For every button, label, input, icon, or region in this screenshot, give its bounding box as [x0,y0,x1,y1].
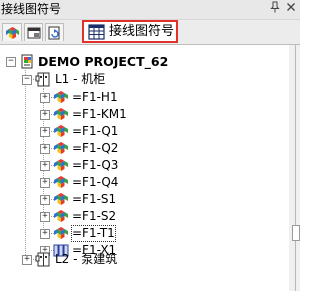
device-cubes-icon [53,226,69,241]
refresh-page-icon [48,26,60,40]
tree-item-label: =F1-Q4 [72,175,119,189]
page-icon [27,27,41,39]
tree-item[interactable]: + =F1-Q1 [0,123,289,140]
tree-item-label: =F1-T1 [71,225,116,242]
tree-item-label: =F1-S1 [72,192,117,206]
expand-icon[interactable]: + [40,177,50,188]
pin-icon[interactable] [268,1,282,16]
expand-icon[interactable]: + [40,92,50,103]
expand-icon[interactable]: + [40,109,50,120]
tab-wiring-symbols[interactable]: 接线图符号 [82,20,178,43]
tree-node-label: L2 - 泵建筑 [55,252,118,266]
panel-title: 接线图符号 [1,2,62,16]
tree-item[interactable]: + =F1-KM1 [0,106,289,123]
tree-item[interactable]: + =F1-Q4 [0,174,289,191]
tree-item[interactable]: + =F1-S2 [0,208,289,225]
tree-node-l2[interactable]: + L2 - 泵建筑 [0,251,289,268]
tree-item-label: =F1-H1 [72,90,118,104]
tree-node-l1[interactable]: − L1 - 机柜 [0,71,289,88]
expand-icon[interactable]: + [40,160,50,171]
divider [295,45,296,291]
device-cubes-icon [53,124,69,139]
tree-item[interactable]: + =F1-T1 [0,225,289,242]
tab-color-cubes[interactable] [2,23,22,41]
tree-item-label: =F1-Q1 [72,124,119,138]
device-cubes-icon [53,90,69,105]
collapse-icon[interactable]: − [22,74,32,85]
cabinet-icon [35,72,50,87]
collapse-icon[interactable]: − [6,56,16,67]
tree-node-label: L1 - 机柜 [55,72,106,86]
expand-icon[interactable]: + [40,211,50,222]
cabinet-icon [35,252,50,267]
tree-item[interactable]: + =F1-Q3 [0,157,289,174]
device-cubes-icon [53,141,69,156]
tree-item-label: =F1-KM1 [72,107,127,121]
device-cubes-icon [53,192,69,207]
tab-strip: 接线图符号 [0,20,300,45]
tree-item[interactable]: + =F1-H1 [0,89,289,106]
expand-icon[interactable]: + [40,143,50,154]
tree-item-label: =F1-S2 [72,209,117,223]
device-cubes-icon [53,158,69,173]
tree-view: − DEMO PROJECT_62 − L1 - 机柜 + =F1-H1 + =F1-… [0,45,300,291]
color-cubes-icon [6,27,19,39]
project-icon [21,54,33,69]
panel-title-bar: 接线图符号 [0,0,300,20]
tree-item-label: =F1-Q3 [72,158,119,172]
tree-item[interactable]: + =F1-S1 [0,191,289,208]
device-cubes-icon [53,107,69,122]
device-cubes-icon [53,209,69,224]
device-cubes-icon [53,175,69,190]
grid-table-icon [88,24,105,40]
splitter-edge[interactable] [289,45,300,291]
tree-root-label: DEMO PROJECT_62 [38,54,169,69]
tree-item-label: =F1-Q2 [72,141,119,155]
close-icon[interactable] [284,1,298,16]
tab-label: 接线图符号 [109,24,175,39]
tree-item[interactable]: + =F1-Q2 [0,140,289,157]
expand-icon[interactable]: + [40,228,50,239]
splitter-handle[interactable] [292,225,300,241]
tab-refresh-page[interactable] [45,23,64,41]
expand-icon[interactable]: + [40,126,50,137]
tree-root[interactable]: − DEMO PROJECT_62 [0,54,289,71]
expand-icon[interactable]: + [22,254,32,265]
tab-page[interactable] [24,23,43,41]
expand-icon[interactable]: + [40,194,50,205]
